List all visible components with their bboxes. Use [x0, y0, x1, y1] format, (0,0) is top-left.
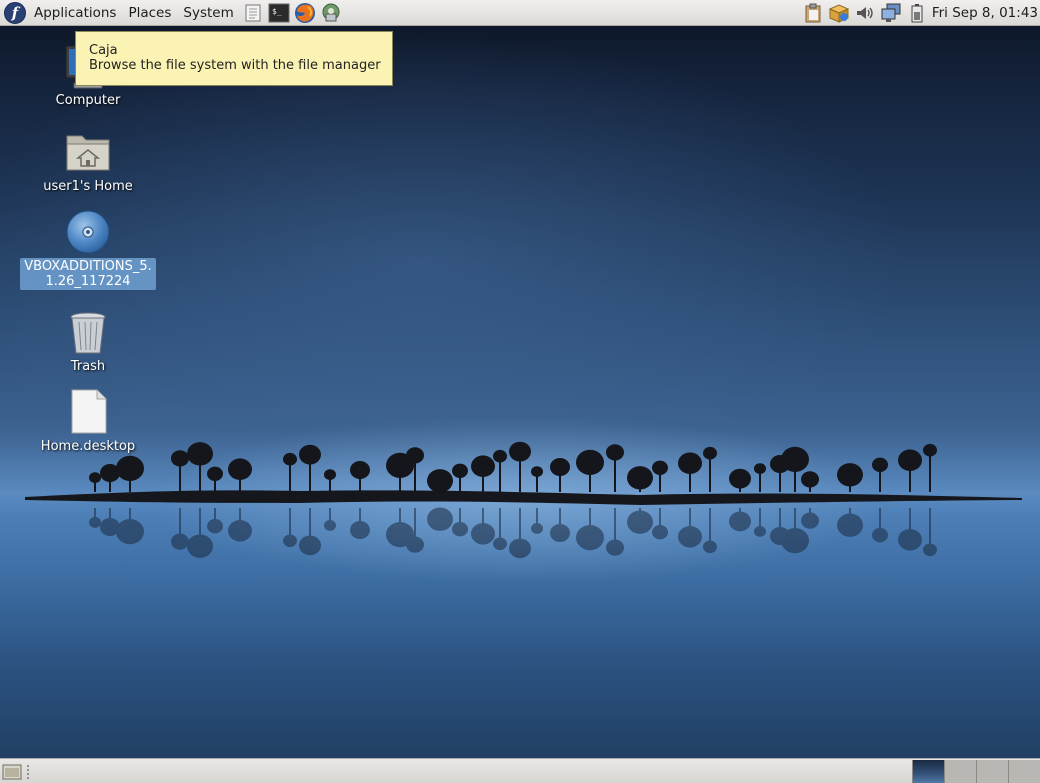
text-editor-icon[interactable]: [242, 2, 264, 24]
file-icon: [64, 388, 112, 436]
network-tool-icon[interactable]: [320, 2, 342, 24]
menu-applications[interactable]: Applications: [28, 0, 122, 25]
bottom-panel: [0, 758, 1040, 783]
workspace-1[interactable]: [912, 760, 944, 783]
svg-text:$_: $_: [272, 7, 282, 16]
desktop-icon-label: user1's Home: [43, 179, 133, 194]
workspace-4[interactable]: [1008, 760, 1040, 783]
clock[interactable]: Fri Sep 8, 01:43: [930, 5, 1040, 21]
terminal-icon[interactable]: $_: [268, 2, 290, 24]
show-desktop-icon[interactable]: [2, 763, 22, 781]
wallpaper: [0, 0, 1040, 783]
desktop-icon-vboxadditions[interactable]: VBOXADDITIONS_5.1.26_117224: [20, 208, 156, 290]
desktop-icon-label: Computer: [55, 93, 121, 108]
home-folder-icon: [64, 128, 112, 176]
tooltip-title: Caja: [89, 43, 118, 58]
tooltip-description: Browse the file system with the file man…: [89, 58, 381, 73]
battery-icon[interactable]: [906, 2, 928, 24]
desktop-icon-label: Home.desktop: [40, 439, 136, 454]
package-updates-icon[interactable]: [828, 2, 850, 24]
menu-places[interactable]: Places: [122, 0, 177, 25]
fedora-logo-icon[interactable]: f: [4, 1, 26, 24]
workspace-2[interactable]: [944, 760, 976, 783]
firefox-icon[interactable]: [294, 2, 316, 24]
desktop-icon-home[interactable]: user1's Home: [20, 128, 156, 195]
desktop-icon-label: VBOXADDITIONS_5.1.26_117224: [20, 258, 156, 290]
trash-icon: [64, 308, 112, 356]
wallpaper-treeline: [25, 441, 1022, 559]
desktop-icon-trash[interactable]: Trash: [20, 308, 156, 375]
workspace-switcher: [912, 759, 1040, 783]
menu-system[interactable]: System: [177, 0, 239, 25]
caja-tooltip: Caja Browse the file system with the fil…: [75, 31, 393, 86]
desktop-icon-home-desktop[interactable]: Home.desktop: [20, 388, 156, 455]
workspace-3[interactable]: [976, 760, 1008, 783]
desktop-icon-label: Trash: [70, 359, 106, 374]
clipboard-icon[interactable]: [802, 2, 824, 24]
top-panel: f Applications Places System $_ Fri Sep …: [0, 0, 1040, 26]
volume-icon[interactable]: [854, 2, 876, 24]
optical-disc-icon: [64, 208, 112, 256]
desktop-screen: f Applications Places System $_ Fri Sep …: [0, 0, 1040, 783]
panel-drag-handle[interactable]: [26, 763, 30, 780]
network-icon[interactable]: [880, 2, 902, 24]
